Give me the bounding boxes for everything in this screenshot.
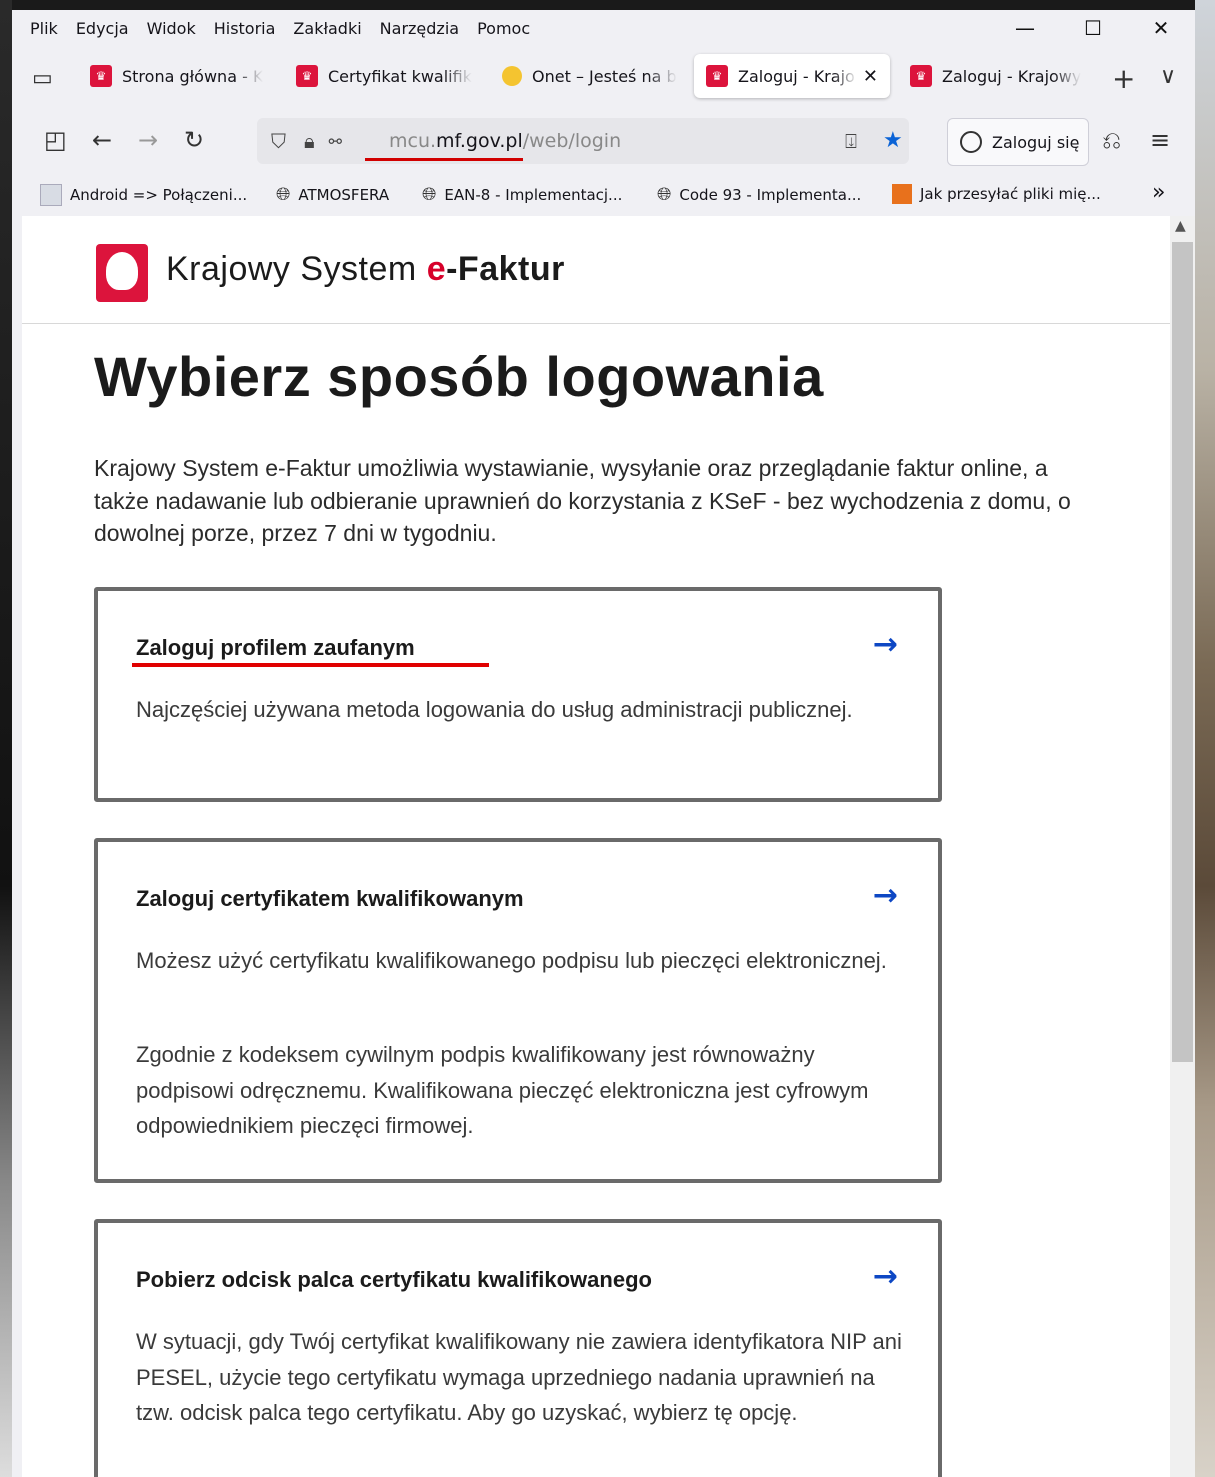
bookmark-item[interactable]: Android => Połączeni... xyxy=(40,184,247,206)
eagle-favicon-icon: ♛ xyxy=(90,65,112,87)
globe-icon: 🌐︎ xyxy=(657,184,672,205)
card-description: Możesz użyć certyfikatu kwalifikowanego … xyxy=(136,948,887,973)
tab-login-active[interactable]: ♛ Zaloguj - Krajo ✕ xyxy=(694,54,890,98)
navigation-bar: ◰ ← → ↻ ⛉ 🔒︎ ⚯ mcu.mf.gov.pl/web/login ⍗… xyxy=(12,108,1195,176)
back-arrow-icon[interactable]: ← xyxy=(92,126,112,154)
card-title: Pobierz odcisk palca certyfikatu kwalifi… xyxy=(136,1267,652,1292)
extensions-icon[interactable]: ⎌ xyxy=(1102,126,1121,154)
tab-bar: ▭ ♛ Strona główna - K ♛ Certyfikat kwali… xyxy=(12,48,1195,106)
poland-emblem-icon[interactable] xyxy=(96,244,148,302)
card-title: Zaloguj certyfikatem kwalifikowanym xyxy=(136,886,524,911)
tab-login-2[interactable]: ♛ Zaloguj - Krajowy xyxy=(910,54,1090,98)
annotation-underline xyxy=(365,158,523,161)
scrollbar[interactable]: ▲ xyxy=(1170,216,1195,1477)
eagle-favicon-icon: ♛ xyxy=(910,65,932,87)
login-trusted-profile-card[interactable]: Zaloguj profilem zaufanym → Najczęściej … xyxy=(94,587,942,802)
page-content: Krajowy System e-Faktur Wybierz sposób l… xyxy=(22,216,1170,1477)
bookmarks-bar: Android => Połączeni... 🌐︎ ATMOSFERA 🌐︎ … xyxy=(12,176,1195,214)
bookmark-item[interactable]: 🌐︎ EAN-8 - Implementacj... xyxy=(422,184,622,205)
bookmark-item[interactable]: 🌐︎ ATMOSFERA xyxy=(276,184,389,205)
menu-bar: Plik Edycja Widok Historia Zakładki Narz… xyxy=(12,10,1195,46)
tab-certificate[interactable]: ♛ Certyfikat kwalifik xyxy=(296,54,482,98)
tab-home[interactable]: ♛ Strona główna - K xyxy=(90,54,270,98)
tab-onet[interactable]: Onet – Jesteś na b xyxy=(502,54,682,98)
login-qualified-certificate-card[interactable]: Zaloguj certyfikatem kwalifikowanym → Mo… xyxy=(94,838,942,1183)
card-description: Najczęściej używana metoda logowania do … xyxy=(136,697,853,722)
eagle-favicon-icon: ♛ xyxy=(296,65,318,87)
bookmark-label: EAN-8 - Implementacj... xyxy=(444,185,623,204)
hamburger-menu-icon[interactable]: ≡ xyxy=(1150,126,1170,154)
stackoverflow-icon xyxy=(892,184,912,204)
bookmark-star-icon[interactable]: ★ xyxy=(883,128,903,153)
reload-icon[interactable]: ↻ xyxy=(184,126,204,154)
arrow-right-icon: → xyxy=(872,627,898,662)
menu-help[interactable]: Pomoc xyxy=(477,19,530,38)
bookmark-item[interactable]: 🌐︎ Code 93 - Implementa... xyxy=(657,184,861,205)
signin-label: Zaloguj się xyxy=(992,132,1080,152)
url-text[interactable]: mcu.mf.gov.pl/web/login xyxy=(389,130,621,152)
annotation-underline xyxy=(132,663,489,667)
menu-bookmarks[interactable]: Zakładki xyxy=(293,19,361,38)
fingerprint-certificate-card[interactable]: Pobierz odcisk palca certyfikatu kwalifi… xyxy=(94,1219,942,1477)
firefox-view-icon[interactable]: ▭ xyxy=(32,66,53,91)
page-title: Wybierz sposób logowania xyxy=(94,345,824,408)
bookmarks-overflow-icon[interactable]: » xyxy=(1152,180,1165,205)
url-bar[interactable]: ⛉ 🔒︎ ⚯ mcu.mf.gov.pl/web/login ⍗ ★ xyxy=(257,118,909,164)
menu-edit[interactable]: Edycja xyxy=(76,19,129,38)
globe-icon: 🌐︎ xyxy=(276,184,291,205)
download-page-icon[interactable]: ⍗ xyxy=(845,129,857,153)
arrow-right-icon: → xyxy=(872,1259,898,1294)
bookmark-label: Jak przesyłać pliki mię... xyxy=(920,185,1101,203)
lock-icon[interactable]: 🔒︎ xyxy=(304,129,315,153)
tab-label: Zaloguj - Krajowy xyxy=(942,66,1082,86)
new-tab-icon[interactable]: + xyxy=(1112,62,1135,95)
permissions-icon[interactable]: ⚯ xyxy=(329,132,342,151)
close-window-button[interactable]: ✕ xyxy=(1127,10,1195,46)
globe-icon: 🌐︎ xyxy=(422,184,437,205)
onet-favicon-icon xyxy=(502,66,522,86)
intro-text: Krajowy System e-Faktur umożliwia wystaw… xyxy=(94,455,1071,546)
tab-label: Strona główna - K xyxy=(122,66,264,86)
browser-window: Plik Edycja Widok Historia Zakładki Narz… xyxy=(12,10,1195,1477)
menu-view[interactable]: Widok xyxy=(147,19,196,38)
scrollbar-thumb[interactable] xyxy=(1172,242,1193,1062)
tab-close-icon[interactable]: ✕ xyxy=(863,66,878,87)
tab-label: Zaloguj - Krajo xyxy=(738,66,855,86)
card-title: Zaloguj profilem zaufanym xyxy=(136,635,415,660)
signin-button[interactable]: Zaloguj się xyxy=(947,118,1089,166)
tab-list-icon[interactable]: ∨ xyxy=(1160,64,1176,89)
arrow-right-icon: → xyxy=(872,878,898,913)
eagle-favicon-icon: ♛ xyxy=(706,65,728,87)
card-description: Zgodnie z kodeksem cywilnym podpis kwali… xyxy=(136,1042,869,1138)
site-title[interactable]: Krajowy System e-Faktur xyxy=(166,250,565,289)
sidebar-toggle-icon[interactable]: ◰ xyxy=(44,126,67,154)
bookmark-label: Code 93 - Implementa... xyxy=(679,185,862,204)
scroll-up-icon[interactable]: ▲ xyxy=(1175,218,1186,234)
tab-label: Certyfikat kwalifik xyxy=(328,66,472,86)
window-controls: — ☐ ✕ xyxy=(991,10,1195,46)
forward-arrow-icon[interactable]: → xyxy=(138,126,158,154)
account-icon xyxy=(960,131,982,153)
maximize-button[interactable]: ☐ xyxy=(1059,10,1127,46)
bookmark-label: Android => Połączeni... xyxy=(70,186,248,204)
minimize-button[interactable]: — xyxy=(991,10,1059,46)
bookmark-label: ATMOSFERA xyxy=(298,185,390,204)
menu-history[interactable]: Historia xyxy=(214,19,276,38)
card-description: W sytuacji, gdy Twój certyfikat kwalifik… xyxy=(136,1329,902,1425)
menu-file[interactable]: Plik xyxy=(30,19,58,38)
shield-icon[interactable]: ⛉ xyxy=(271,129,286,153)
bookmark-item[interactable]: Jak przesyłać pliki mię... xyxy=(892,184,1101,204)
desktop-background-right xyxy=(1195,0,1215,1477)
menu-tools[interactable]: Narzędzia xyxy=(380,19,459,38)
site-header: Krajowy System e-Faktur xyxy=(22,216,1170,324)
tab-label: Onet – Jesteś na b xyxy=(532,66,677,86)
desktop-background-left xyxy=(0,0,12,1477)
page-icon xyxy=(40,184,62,206)
